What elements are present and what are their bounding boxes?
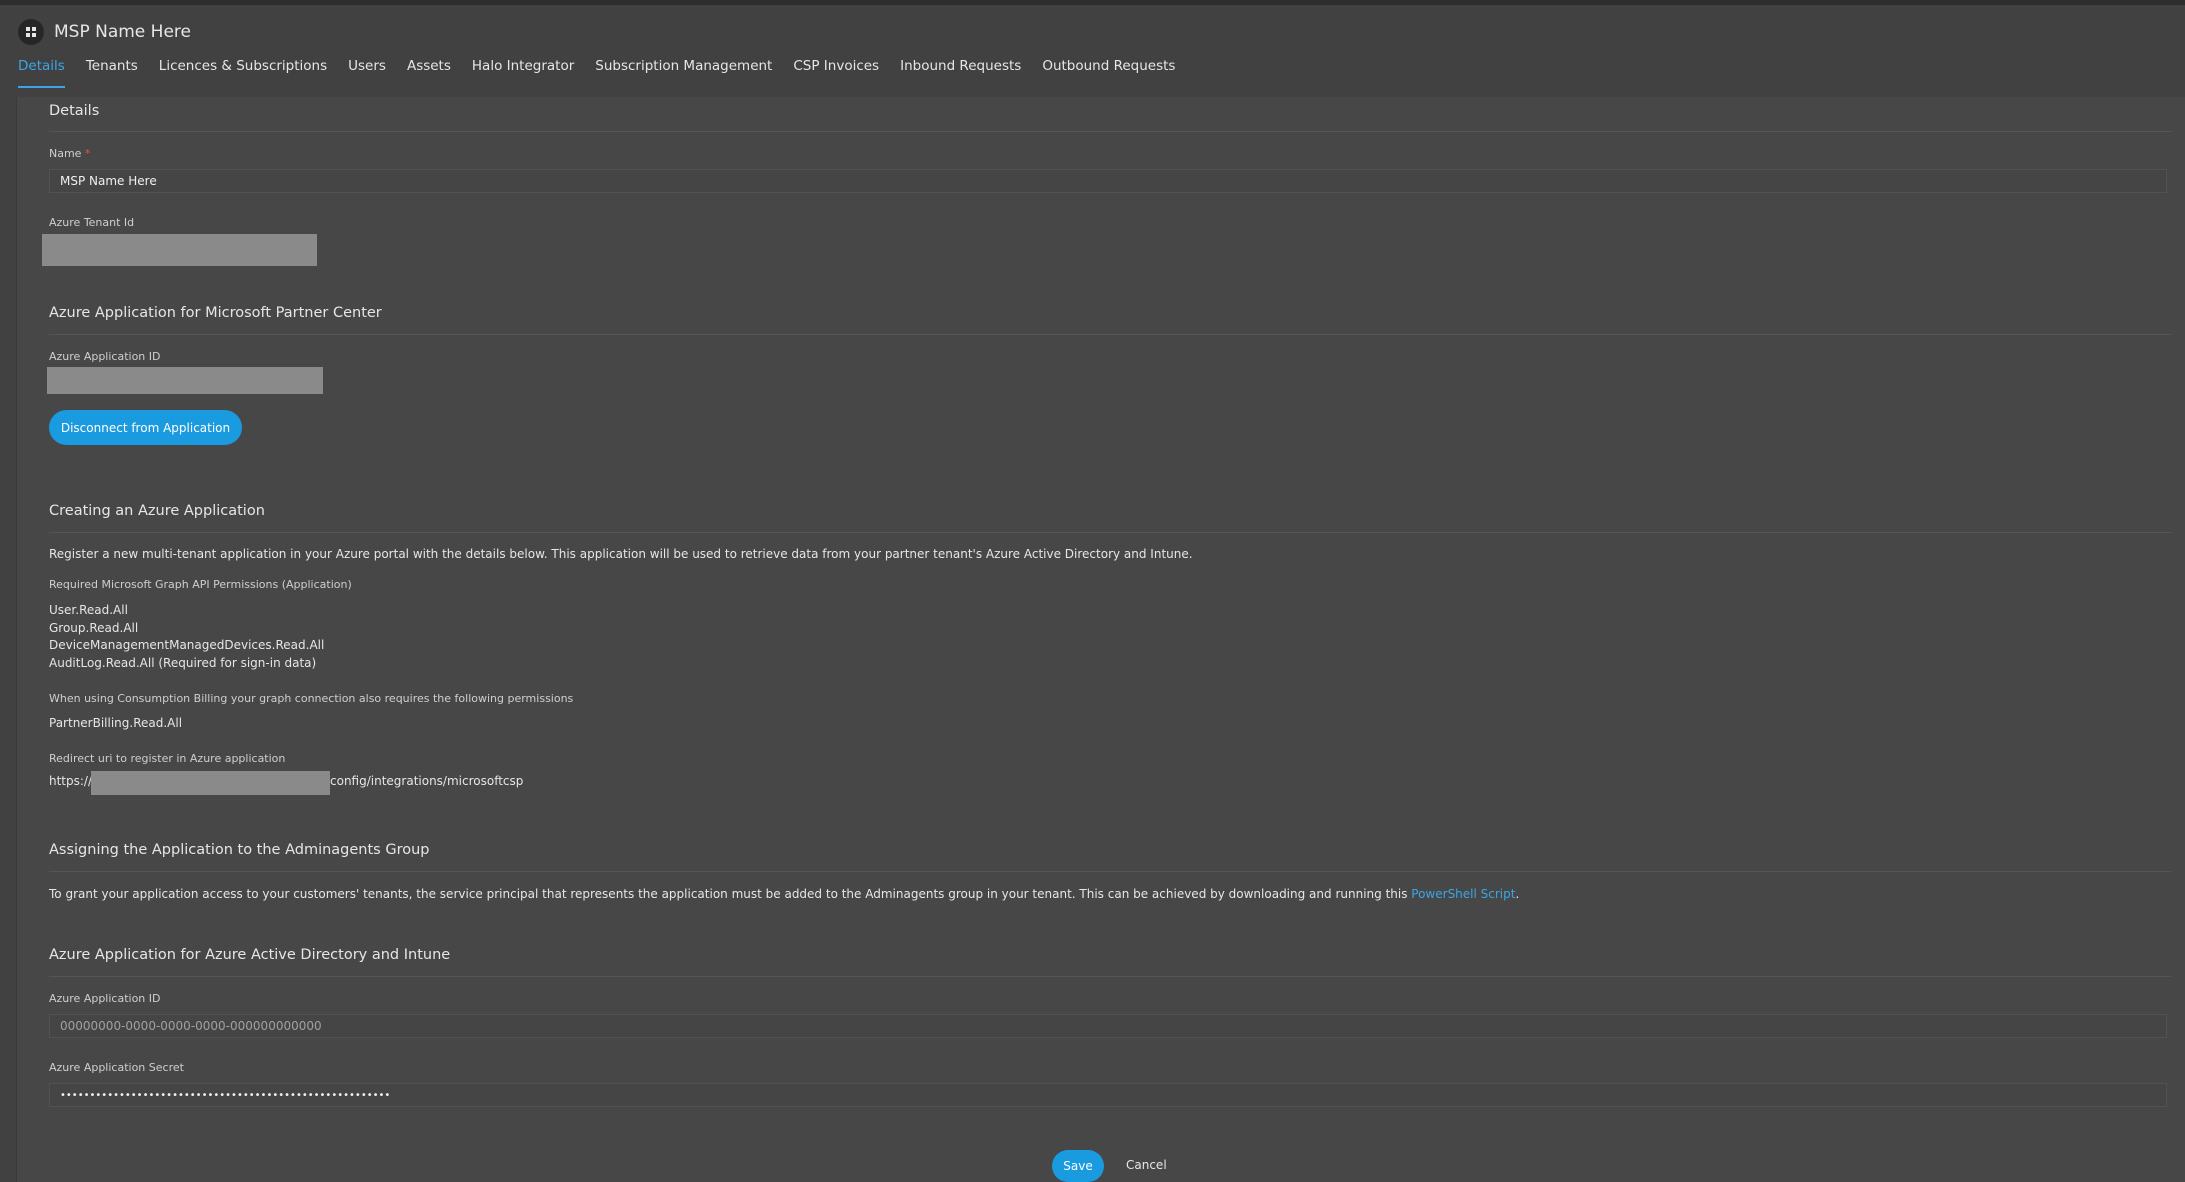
permission-item: DeviceManagementManagedDevices.Read.All (49, 638, 325, 652)
tab-licences-subscriptions[interactable]: Licences & Subscriptions (159, 58, 327, 82)
divider (49, 131, 2171, 132)
tab-outbound-requests[interactable]: Outbound Requests (1042, 58, 1175, 82)
cancel-button[interactable]: Cancel (1126, 1158, 1167, 1172)
tab-bar: Details Tenants Licences & Subscriptions… (18, 58, 1196, 88)
name-label: Name * (49, 147, 90, 160)
aad-app-id-label: Azure Application ID (49, 992, 161, 1005)
redirect-uri-redacted (91, 771, 330, 795)
adminagents-end: . (1515, 887, 1520, 901)
creating-intro: Register a new multi-tenant application … (49, 547, 1193, 561)
divider (49, 871, 2171, 872)
details-panel: Details Name * MSP Name Here Azure Tenan… (16, 97, 2185, 1182)
tab-inbound-requests[interactable]: Inbound Requests (900, 58, 1021, 82)
tenant-id-label: Azure Tenant Id (49, 216, 135, 229)
required-marker: * (84, 147, 91, 160)
save-button[interactable]: Save (1052, 1150, 1104, 1182)
page-title: MSP Name Here (54, 22, 191, 42)
billing-permissions-label: When using Consumption Billing your grap… (49, 692, 574, 705)
app-header: MSP Name Here (18, 18, 191, 46)
tab-details[interactable]: Details (18, 58, 65, 88)
billing-permission-item: PartnerBilling.Read.All (49, 716, 183, 730)
permission-item: User.Read.All (49, 603, 128, 617)
top-strip (0, 0, 2185, 5)
details-section-title: Details (49, 103, 100, 119)
pc-app-id-label: Azure Application ID (49, 350, 161, 363)
adminagents-text: To grant your application access to your… (49, 887, 1519, 901)
disconnect-button[interactable]: Disconnect from Application (49, 410, 242, 445)
adminagents-section-title: Assigning the Application to the Adminag… (49, 842, 430, 858)
permission-item: Group.Read.All (49, 621, 139, 635)
tab-csp-invoices[interactable]: CSP Invoices (793, 58, 879, 82)
adminagents-body: To grant your application access to your… (49, 887, 1412, 901)
aad-secret-label: Azure Application Secret (49, 1061, 184, 1074)
app-grid-icon[interactable] (18, 19, 44, 45)
tab-assets[interactable]: Assets (407, 58, 451, 82)
divider (49, 532, 2171, 533)
tenant-id-redacted (42, 234, 317, 266)
pc-app-id-redacted (47, 367, 323, 394)
tab-tenants[interactable]: Tenants (86, 58, 138, 82)
divider (49, 976, 2171, 977)
tab-halo-integrator[interactable]: Halo Integrator (472, 58, 574, 82)
redirect-uri-prefix: https:// (49, 774, 93, 788)
graph-permissions-label: Required Microsoft Graph API Permissions… (49, 578, 352, 591)
creating-section-title: Creating an Azure Application (49, 503, 265, 519)
redirect-uri-suffix: config/integrations/microsoftcsp (330, 774, 524, 788)
aad-app-id-input[interactable]: 00000000-0000-0000-0000-000000000000 (49, 1014, 2167, 1038)
redirect-uri-label: Redirect uri to register in Azure applic… (49, 752, 286, 765)
tab-subscription-management[interactable]: Subscription Management (595, 58, 772, 82)
name-input[interactable]: MSP Name Here (49, 169, 2167, 193)
divider (49, 334, 2171, 335)
name-label-text: Name (49, 147, 82, 160)
aad-secret-input[interactable]: ••••••••••••••••••••••••••••••••••••••••… (49, 1083, 2167, 1107)
partner-center-section-title: Azure Application for Microsoft Partner … (49, 305, 382, 321)
tab-users[interactable]: Users (348, 58, 386, 82)
powershell-script-link[interactable]: PowerShell Script (1411, 887, 1515, 901)
aad-section-title: Azure Application for Azure Active Direc… (49, 947, 451, 963)
permission-item: AuditLog.Read.All (Required for sign-in … (49, 656, 317, 670)
